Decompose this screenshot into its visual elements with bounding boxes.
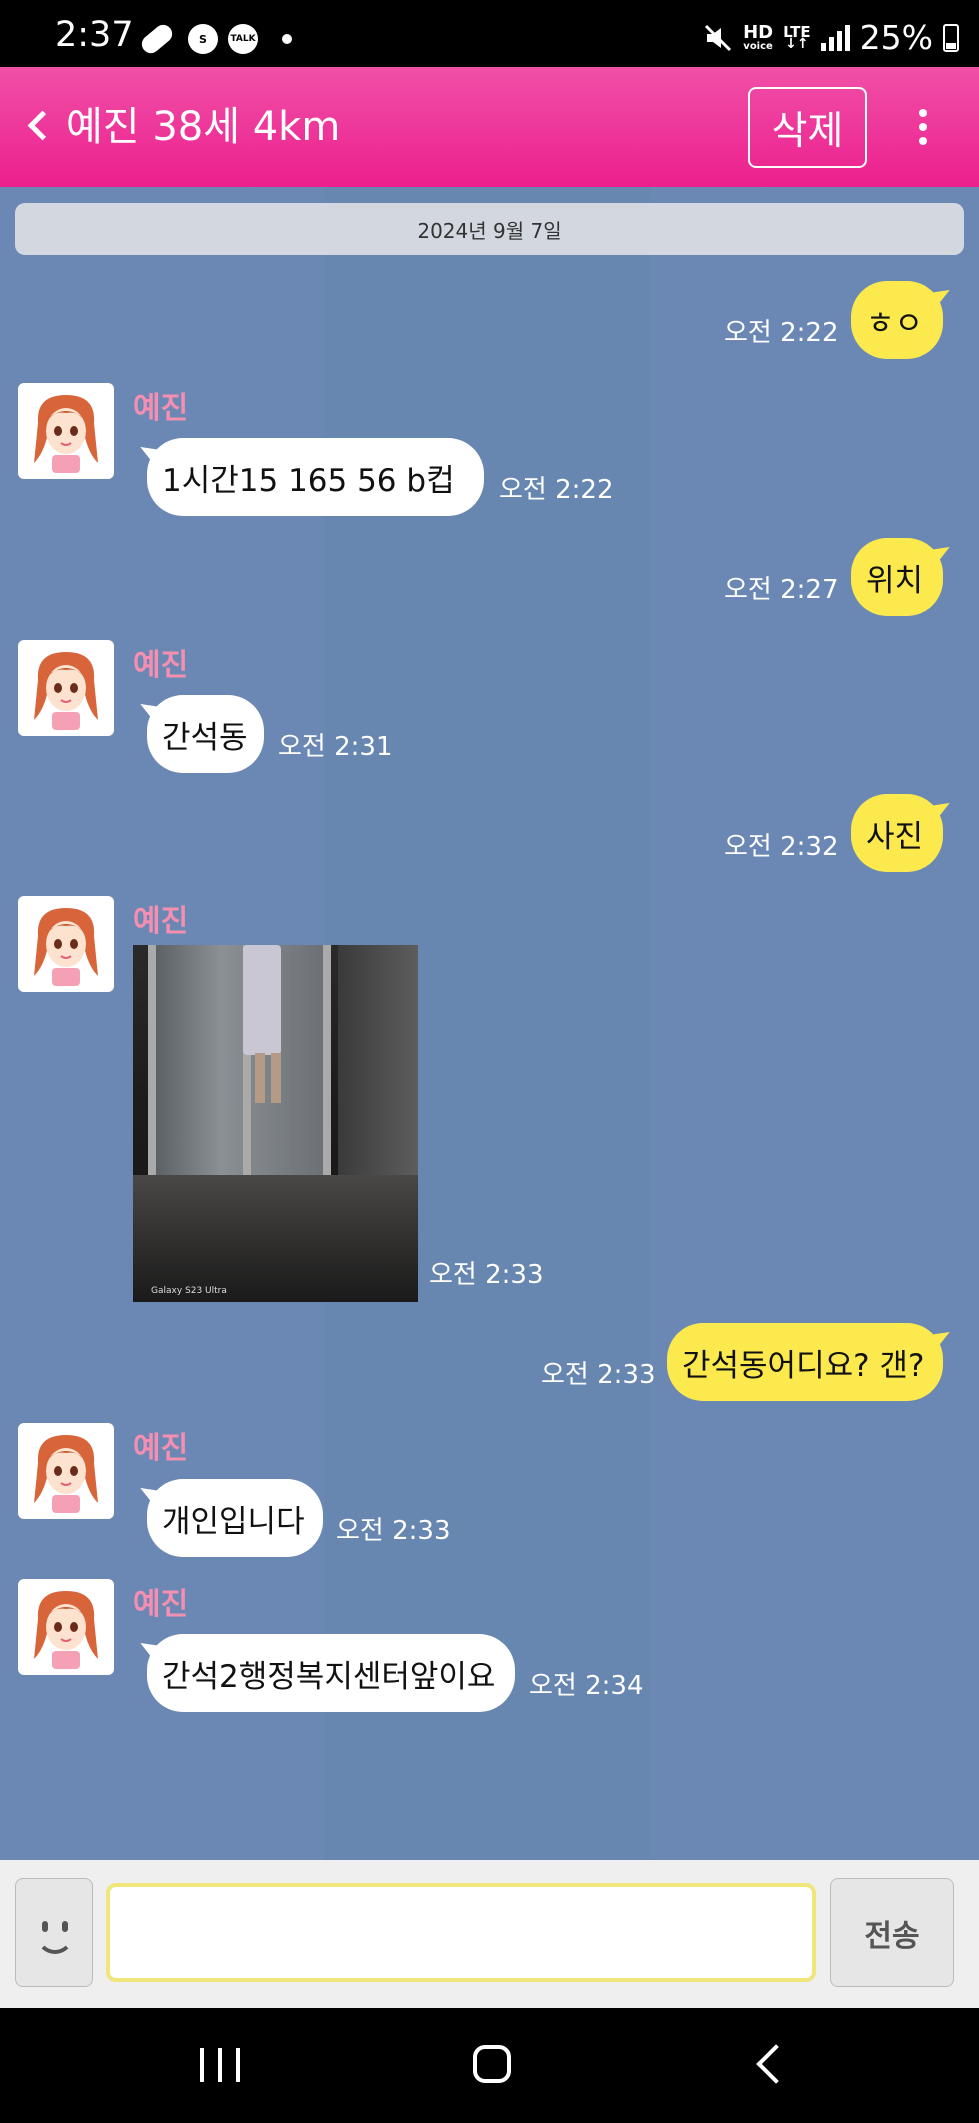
- sender-name: 예진: [133, 904, 189, 939]
- more-notifications-icon: [282, 34, 292, 44]
- my-message-bubble[interactable]: ㅎㅇ: [851, 281, 943, 359]
- message-time: 오전 2:33: [336, 1516, 451, 1546]
- avatar-girl-icon: [34, 1435, 98, 1513]
- nav-back-icon[interactable]: [756, 2044, 796, 2084]
- chat-header: 예진 38세 4km 삭제: [0, 67, 979, 187]
- mute-icon: [705, 24, 732, 51]
- smiley-icon: [36, 1934, 74, 1954]
- chat-area[interactable]: 2024년 9월 7일 오전 2:22 ㅎㅇ 예진 1시간15 165 56 b…: [0, 187, 979, 1860]
- avatar[interactable]: [18, 1579, 114, 1675]
- message-time: 오전 2:34: [529, 1671, 644, 1701]
- message-input-bar: 전송: [0, 1860, 979, 2008]
- avatar-girl-icon: [34, 652, 98, 730]
- avatar-girl-icon: [34, 1591, 98, 1669]
- avatar[interactable]: [18, 1423, 114, 1519]
- their-message-bubble[interactable]: 간석동: [147, 695, 264, 773]
- message-time: 오전 2:27: [724, 575, 839, 605]
- system-icons: HD voice LTE ↓↑ 25%: [703, 18, 959, 57]
- emoji-button[interactable]: [15, 1878, 93, 1987]
- their-message-bubble[interactable]: 간석2행정복지센터앞이요: [147, 1634, 515, 1712]
- photo-message[interactable]: Galaxy S23 Ultra: [133, 945, 418, 1302]
- avatar-girl-icon: [34, 395, 98, 473]
- send-button[interactable]: 전송: [830, 1878, 954, 1987]
- battery-icon: [943, 23, 959, 52]
- notification-icons: S TALK: [138, 21, 292, 57]
- message-time: 오전 2:33: [541, 1360, 656, 1390]
- message-time: 오전 2:31: [278, 732, 393, 762]
- recent-apps-icon[interactable]: [200, 2048, 240, 2082]
- my-message-bubble[interactable]: 사진: [851, 794, 943, 872]
- hd-voice-icon: HD voice: [743, 21, 774, 52]
- their-message-bubble[interactable]: 개인입니다: [147, 1479, 323, 1557]
- chat-title: 예진 38세 4km: [66, 104, 341, 150]
- delete-button[interactable]: 삭제: [748, 87, 867, 168]
- skype-icon: S: [188, 24, 218, 54]
- message-time: 오전 2:33: [429, 1260, 544, 1290]
- battery-percent: 25%: [859, 18, 933, 57]
- capsule-icon: [138, 21, 176, 57]
- message-input[interactable]: [106, 1883, 816, 1982]
- lte-icon: LTE ↓↑: [783, 22, 811, 52]
- sender-name: 예진: [133, 1587, 189, 1622]
- sender-name: 예진: [133, 391, 189, 426]
- message-time: 오전 2:32: [724, 832, 839, 862]
- signal-icon: [820, 24, 850, 51]
- back-icon[interactable]: [22, 105, 62, 149]
- photo-watermark: Galaxy S23 Ultra: [151, 1286, 227, 1296]
- avatar[interactable]: [18, 640, 114, 736]
- date-divider: 2024년 9월 7일: [15, 203, 964, 255]
- my-message-bubble[interactable]: 간석동어디요? 갠?: [667, 1323, 943, 1401]
- kakaotalk-icon: TALK: [228, 24, 258, 54]
- status-time: 2:37: [55, 15, 134, 55]
- message-time: 오전 2:22: [499, 475, 614, 505]
- home-icon[interactable]: [473, 2045, 511, 2083]
- navigation-bar: [0, 2008, 979, 2123]
- avatar-girl-icon: [34, 908, 98, 986]
- status-bar: 2:37 S TALK HD voice LTE ↓↑ 25%: [0, 0, 979, 67]
- more-options-icon[interactable]: [905, 105, 941, 149]
- avatar[interactable]: [18, 896, 114, 992]
- avatar[interactable]: [18, 383, 114, 479]
- their-message-bubble[interactable]: 1시간15 165 56 b컵: [147, 438, 484, 516]
- message-time: 오전 2:22: [724, 318, 839, 348]
- sender-name: 예진: [133, 648, 189, 683]
- my-message-bubble[interactable]: 위치: [851, 538, 943, 616]
- sender-name: 예진: [133, 1431, 189, 1466]
